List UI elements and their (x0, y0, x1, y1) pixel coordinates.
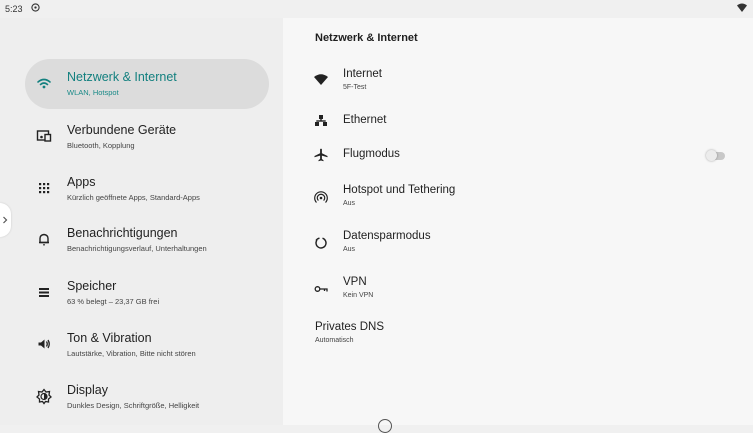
row-subtitle: Kein VPN (343, 292, 374, 299)
brightness-icon (36, 388, 52, 405)
wifi-filled-icon (314, 74, 328, 85)
wifi-signal-icon (737, 3, 747, 12)
nav-item-title: Ton & Vibration (67, 331, 152, 345)
apps-grid-icon (39, 183, 50, 194)
row-title: Privates DNS (315, 321, 385, 333)
detail-panel: Netzwerk & Internet Internet 5F-Test Eth… (283, 18, 753, 425)
status-time: 5:23 (5, 4, 23, 14)
nav-item-subtitle: WLAN, Hotspot (67, 88, 119, 97)
data-saver-icon (315, 237, 327, 249)
nav-item-subtitle: Dunkles Design, Schriftgröße, Helligkeit (67, 401, 200, 410)
row-title: Datensparmodus (343, 230, 431, 242)
settings-nav: Netzwerk & Internet WLAN, Hotspot Verbun… (0, 18, 283, 425)
nav-item-netzwerk-internet[interactable]: Netzwerk & Internet WLAN, Hotspot (25, 59, 269, 109)
nav-item-subtitle: 63 % belegt – 23,37 GB frei (67, 297, 160, 306)
nav-item-subtitle: Bluetooth, Kopplung (67, 141, 135, 150)
row-subtitle: Automatisch (315, 337, 354, 344)
nav-item-title: Benachrichtigungen (67, 226, 178, 240)
nav-item-title: Apps (67, 175, 96, 189)
status-bar: 5:23 (0, 0, 753, 18)
storage-icon (39, 288, 49, 297)
row-datensparmodus[interactable]: Datensparmodus Aus (283, 228, 753, 268)
row-privates-dns[interactable]: Privates DNS Automatisch (283, 320, 753, 360)
row-title: Hotspot und Tethering (343, 184, 456, 196)
nav-item-ton-vibration[interactable]: Ton & Vibration Lautstärke, Vibration, B… (25, 320, 269, 370)
row-title: Ethernet (343, 114, 387, 126)
row-internet[interactable]: Internet 5F-Test (283, 66, 753, 106)
hotspot-icon (314, 191, 328, 203)
vpn-key-icon (314, 286, 328, 292)
nav-item-subtitle: Kürzlich geöffnete Apps, Standard-Apps (67, 193, 200, 202)
nav-item-title: Speicher (67, 279, 117, 293)
nav-item-subtitle: Benachrichtigungsverlauf, Unterhaltungen (67, 244, 207, 253)
chevron-right-icon (3, 216, 8, 224)
nav-item-title: Display (67, 383, 108, 397)
page-title: Netzwerk & Internet (315, 32, 418, 44)
row-title: Flugmodus (343, 148, 400, 160)
nav-item-display[interactable]: Display Dunkles Design, Schriftgröße, He… (25, 372, 269, 422)
wifi-icon (37, 78, 51, 89)
row-hotspot-tethering[interactable]: Hotspot und Tethering Aus (283, 182, 753, 222)
nav-item-subtitle: Lautstärke, Vibration, Bitte nicht störe… (67, 349, 196, 358)
airplane-icon (314, 148, 328, 162)
nav-item-title: Verbundene Geräte (67, 123, 177, 137)
flugmodus-toggle[interactable] (706, 150, 725, 161)
status-notification-icon (31, 3, 40, 12)
bell-icon (39, 233, 49, 246)
volume-icon (38, 339, 50, 349)
nav-item-verbundene-geraete[interactable]: Verbundene Geräte Bluetooth, Kopplung (25, 112, 269, 162)
nav-item-speicher[interactable]: Speicher 63 % belegt – 23,37 GB frei (25, 268, 269, 318)
ethernet-icon (315, 115, 327, 126)
row-subtitle: 5F-Test (343, 84, 367, 91)
row-title: VPN (343, 276, 367, 288)
nav-item-benachrichtigungen[interactable]: Benachrichtigungen Benachrichtigungsverl… (25, 215, 269, 265)
row-subtitle: Aus (343, 200, 356, 207)
scroll-indicator-icon (378, 419, 392, 433)
nav-item-apps[interactable]: Apps Kürzlich geöffnete Apps, Standard-A… (25, 164, 269, 214)
row-title: Internet (343, 68, 382, 80)
connected-devices-icon (36, 130, 52, 142)
toggle-knob (706, 150, 717, 161)
row-flugmodus[interactable]: Flugmodus (283, 142, 753, 182)
row-vpn[interactable]: VPN Kein VPN (283, 274, 753, 314)
row-subtitle: Aus (343, 246, 356, 253)
nav-item-title: Netzwerk & Internet (67, 70, 177, 84)
